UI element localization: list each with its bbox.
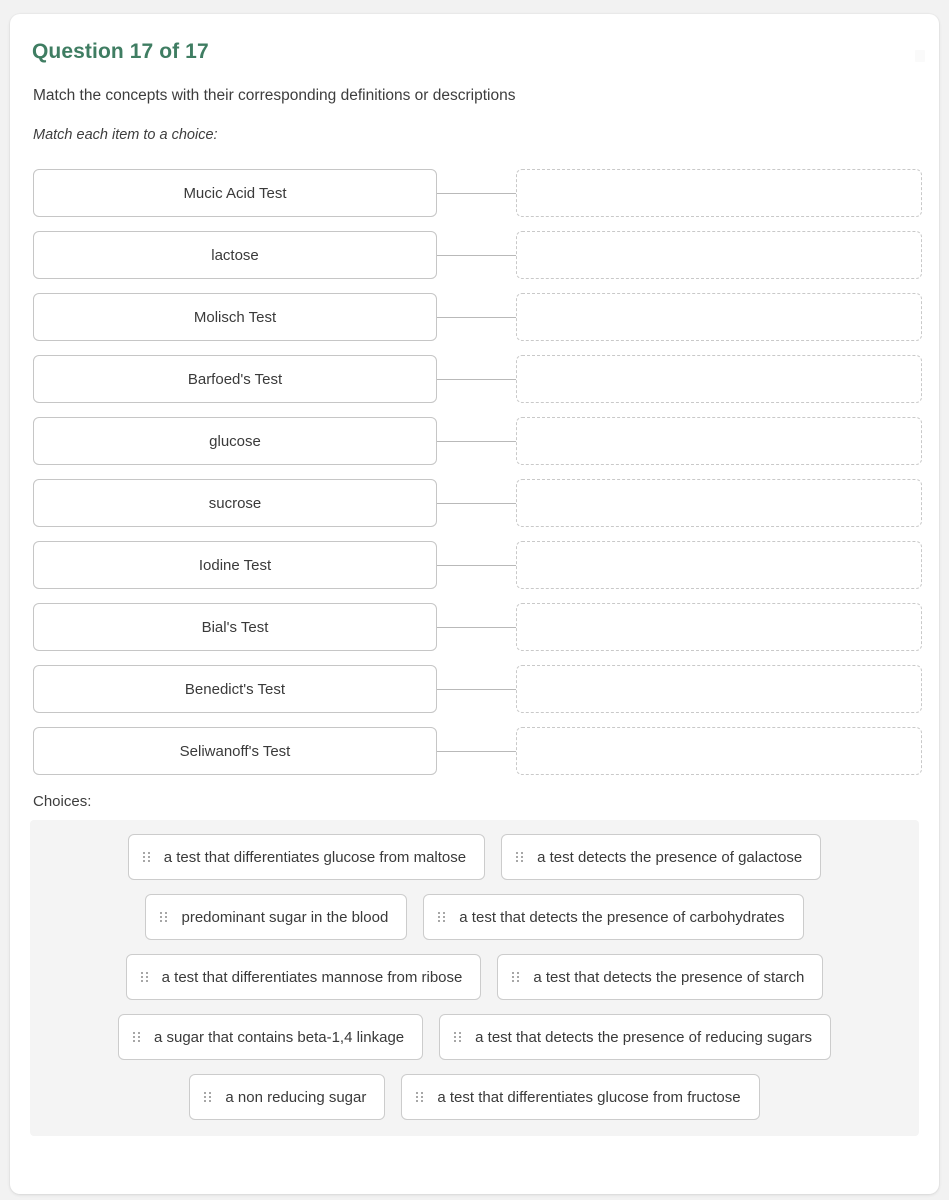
- match-row: Benedict's Test: [33, 665, 922, 713]
- connector-line-8: [437, 665, 516, 713]
- connector-line-5: [437, 479, 516, 527]
- choice-label: a sugar that contains beta-1,4 linkage: [153, 1028, 405, 1046]
- choices-row: a test that differentiates glucose from …: [40, 834, 909, 880]
- connector-line-2: [437, 293, 516, 341]
- drag-handle-icon[interactable]: [204, 1092, 212, 1102]
- connector-line-7: [437, 603, 516, 651]
- match-item-8[interactable]: Benedict's Test: [33, 665, 437, 713]
- choice-chip[interactable]: a test that differentiates glucose from …: [127, 834, 486, 880]
- choice-chip[interactable]: a test that differentiates mannose from …: [125, 954, 482, 1000]
- drag-handle-icon[interactable]: [160, 912, 168, 922]
- connector-line-0: [437, 169, 516, 217]
- drop-zone-6[interactable]: [516, 541, 922, 589]
- drag-handle-icon[interactable]: [140, 972, 148, 982]
- choice-label: predominant sugar in the blood: [181, 908, 389, 926]
- card-corner-mark: [915, 50, 925, 62]
- match-row: sucrose: [33, 479, 922, 527]
- choice-chip[interactable]: a test that differentiates glucose from …: [401, 1074, 760, 1120]
- drop-zone-5[interactable]: [516, 479, 922, 527]
- drop-zone-4[interactable]: [516, 417, 922, 465]
- drag-handle-icon[interactable]: [132, 1032, 140, 1042]
- drop-zone-3[interactable]: [516, 355, 922, 403]
- match-row: Seliwanoff's Test: [33, 727, 922, 775]
- match-item-label: Molisch Test: [193, 308, 277, 326]
- choices-label: Choices:: [33, 793, 92, 810]
- match-item-9[interactable]: Seliwanoff's Test: [33, 727, 437, 775]
- match-item-4[interactable]: glucose: [33, 417, 437, 465]
- choice-chip[interactable]: a test that detects the presence of carb…: [423, 894, 804, 940]
- question-card: Question 17 of 17 Match the concepts wit…: [10, 14, 939, 1194]
- choice-chip[interactable]: a test that detects the presence of redu…: [439, 1014, 832, 1060]
- choices-row: a non reducing sugar a test that differe…: [40, 1074, 909, 1120]
- choice-label: a test that detects the presence of star…: [533, 968, 805, 986]
- drop-zone-1[interactable]: [516, 231, 922, 279]
- page-title: Question 17 of 17: [32, 40, 209, 63]
- match-item-2[interactable]: Molisch Test: [33, 293, 437, 341]
- connector-line-3: [437, 355, 516, 403]
- match-item-label: Seliwanoff's Test: [179, 742, 291, 760]
- match-item-1[interactable]: lactose: [33, 231, 437, 279]
- match-item-5[interactable]: sucrose: [33, 479, 437, 527]
- drag-handle-icon[interactable]: [438, 912, 446, 922]
- match-item-0[interactable]: Mucic Acid Test: [33, 169, 437, 217]
- match-item-label: Iodine Test: [198, 556, 272, 574]
- connector-line-6: [437, 541, 516, 589]
- match-item-label: Bial's Test: [201, 618, 269, 636]
- match-row: Molisch Test: [33, 293, 922, 341]
- match-item-7[interactable]: Bial's Test: [33, 603, 437, 651]
- choice-chip[interactable]: a sugar that contains beta-1,4 linkage: [117, 1014, 424, 1060]
- choices-row: predominant sugar in the blood a test th…: [40, 894, 909, 940]
- choice-label: a test that detects the presence of redu…: [475, 1028, 813, 1046]
- drag-handle-icon[interactable]: [142, 852, 150, 862]
- match-item-label: Mucic Acid Test: [183, 184, 287, 202]
- match-row: Mucic Acid Test: [33, 169, 922, 217]
- drop-zone-9[interactable]: [516, 727, 922, 775]
- drag-handle-icon[interactable]: [416, 1092, 424, 1102]
- choice-chip[interactable]: a test detects the presence of galactose: [501, 834, 822, 880]
- connector-line-1: [437, 231, 516, 279]
- question-subprompt: Match each item to a choice:: [33, 127, 218, 143]
- match-item-label: Benedict's Test: [184, 680, 286, 698]
- drag-handle-icon[interactable]: [454, 1032, 462, 1042]
- choice-label: a non reducing sugar: [225, 1088, 367, 1106]
- drop-zone-8[interactable]: [516, 665, 922, 713]
- match-item-label: lactose: [211, 246, 259, 264]
- drop-zone-0[interactable]: [516, 169, 922, 217]
- choice-label: a test that differentiates glucose from …: [163, 848, 467, 866]
- drag-handle-icon[interactable]: [516, 852, 524, 862]
- match-row: glucose: [33, 417, 922, 465]
- choice-label: a test that differentiates glucose from …: [437, 1088, 741, 1106]
- match-row: lactose: [33, 231, 922, 279]
- match-row: Bial's Test: [33, 603, 922, 651]
- question-prompt: Match the concepts with their correspond…: [33, 87, 516, 104]
- connector-line-9: [437, 727, 516, 775]
- choice-label: a test that differentiates mannose from …: [161, 968, 463, 986]
- match-item-label: sucrose: [208, 494, 262, 512]
- choices-row: a test that differentiates mannose from …: [40, 954, 909, 1000]
- match-row: Barfoed's Test: [33, 355, 922, 403]
- drop-zone-2[interactable]: [516, 293, 922, 341]
- choice-label: a test detects the presence of galactose: [537, 848, 803, 866]
- choice-chip[interactable]: a non reducing sugar: [189, 1074, 386, 1120]
- match-item-6[interactable]: Iodine Test: [33, 541, 437, 589]
- choice-label: a test that detects the presence of carb…: [459, 908, 785, 926]
- choices-panel: a test that differentiates glucose from …: [30, 820, 919, 1136]
- match-area: Mucic Acid Test lactose Molisch Test Bar…: [33, 169, 922, 775]
- match-item-label: glucose: [209, 432, 261, 450]
- choice-chip[interactable]: a test that detects the presence of star…: [497, 954, 824, 1000]
- match-item-3[interactable]: Barfoed's Test: [33, 355, 437, 403]
- choices-row: a sugar that contains beta-1,4 linkage a…: [40, 1014, 909, 1060]
- match-item-label: Barfoed's Test: [187, 370, 283, 388]
- drop-zone-7[interactable]: [516, 603, 922, 651]
- choice-chip[interactable]: predominant sugar in the blood: [145, 894, 408, 940]
- match-row: Iodine Test: [33, 541, 922, 589]
- drag-handle-icon[interactable]: [512, 972, 520, 982]
- connector-line-4: [437, 417, 516, 465]
